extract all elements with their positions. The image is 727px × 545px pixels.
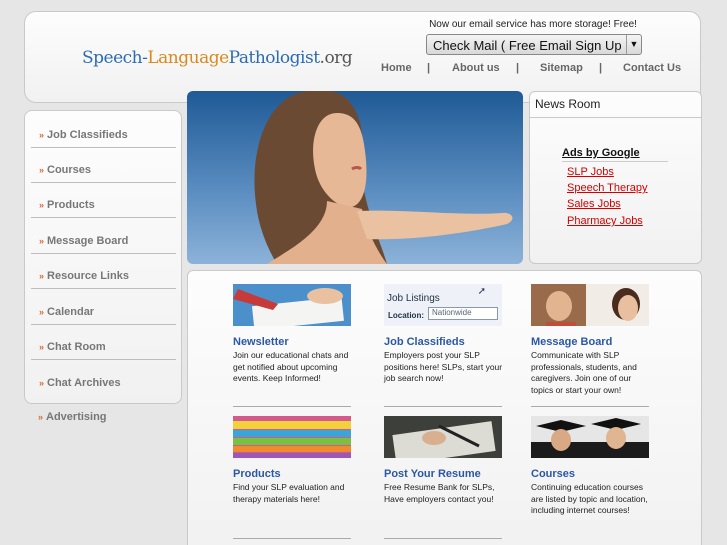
sidebar-item-advertising[interactable]: » Advertising xyxy=(38,411,107,423)
sidebar-item-calendar[interactable]: » Calendar xyxy=(39,306,94,318)
divider xyxy=(31,359,176,360)
divider xyxy=(31,217,176,218)
feature-title[interactable]: Post Your Resume xyxy=(384,468,481,480)
sidebar-item-message-board[interactable]: » Message Board xyxy=(39,235,128,247)
feature-title[interactable]: Job Classifieds xyxy=(384,336,465,348)
newsletter-image[interactable] xyxy=(233,284,351,326)
bullet-icon: » xyxy=(39,271,45,281)
image-caption: Job Listings xyxy=(387,293,440,304)
divider xyxy=(31,182,176,183)
nav-separator: | xyxy=(516,62,520,74)
news-room-panel: News Room Ads by Google SLP Jobs Speech … xyxy=(529,91,702,264)
header: Speech-LanguagePathologist.org Now our e… xyxy=(24,11,701,103)
bullet-icon: » xyxy=(39,378,45,388)
ad-link-pharmacy-jobs[interactable]: Pharmacy Jobs xyxy=(567,215,643,227)
two-women-illustration xyxy=(531,284,649,326)
site-logo[interactable]: Speech-LanguagePathologist.org xyxy=(82,48,353,68)
image-caption: Location: xyxy=(388,311,424,320)
ad-link-sales-jobs[interactable]: Sales Jobs xyxy=(567,198,621,210)
divider xyxy=(384,406,502,407)
feature-description: Free Resume Bank for SLPs, Have employer… xyxy=(384,482,495,504)
logo-part: Pathologist xyxy=(228,48,320,68)
ad-link-slp-jobs[interactable]: SLP Jobs xyxy=(567,166,614,178)
colored-folders-illustration xyxy=(233,416,351,458)
dropdown-arrow-icon[interactable]: ▼ xyxy=(626,35,641,54)
sidebar-item-job-classifieds[interactable]: » Job Classifieds xyxy=(39,129,128,141)
nav-sitemap[interactable]: Sitemap xyxy=(540,62,583,74)
job-listings-image[interactable]: Job Listings Location: Nationwide ➚ xyxy=(384,284,502,326)
feature-title[interactable]: Message Board xyxy=(531,336,612,348)
sidebar-item-label: Courses xyxy=(47,164,92,176)
sidebar-item-label: Calendar xyxy=(47,306,95,318)
logo-part: Language xyxy=(147,48,229,68)
graduates-illustration xyxy=(531,416,649,458)
sidebar-item-products[interactable]: » Products xyxy=(39,199,95,211)
feature-description: Find your SLP evaluation and therapy mat… xyxy=(233,482,345,504)
feature-description: Join our educational chats and get notif… xyxy=(233,350,349,383)
feature-description: Employers post your SLP positions here! … xyxy=(384,350,503,383)
ads-by-google-link[interactable]: Ads by Google xyxy=(562,147,640,159)
sidebar-item-label: Resource Links xyxy=(47,270,129,282)
divider xyxy=(562,161,668,162)
feature-title[interactable]: Products xyxy=(233,468,281,480)
sidebar-item-label: Chat Archives xyxy=(47,377,121,389)
sidebar-item-chat-archives[interactable]: » Chat Archives xyxy=(39,377,121,389)
divider xyxy=(31,324,176,325)
logo-part: .org xyxy=(319,48,353,68)
feature-description: Communicate with SLP professionals, stud… xyxy=(531,350,637,395)
divider xyxy=(31,147,176,148)
nav-separator: | xyxy=(427,62,431,74)
news-room-title: News Room xyxy=(535,97,601,111)
sidebar-item-courses[interactable]: » Courses xyxy=(39,164,91,176)
sidebar-item-label: Job Classifieds xyxy=(47,129,128,141)
resume-image[interactable] xyxy=(384,416,502,458)
feature-description: Continuing education courses are listed … xyxy=(531,482,648,515)
bullet-icon: » xyxy=(39,200,45,210)
divider xyxy=(531,406,649,407)
logo-part: Speech- xyxy=(82,48,148,68)
nav-contact-us[interactable]: Contact Us xyxy=(623,62,681,74)
email-select[interactable]: Check Mail ( Free Email Sign Up ▼ xyxy=(426,34,642,55)
divider xyxy=(233,538,351,539)
divider xyxy=(31,288,176,289)
paperwork-illustration xyxy=(384,416,502,458)
nav-about-us[interactable]: About us xyxy=(452,62,500,74)
sidebar-item-resource-links[interactable]: » Resource Links xyxy=(39,270,129,282)
bullet-icon: » xyxy=(39,307,45,317)
bullet-icon: » xyxy=(39,130,45,140)
bullet-icon: » xyxy=(38,412,44,422)
sidebar-item-label: Advertising xyxy=(46,411,107,423)
hero-image xyxy=(187,91,523,264)
divider xyxy=(384,538,502,539)
sidebar-item-label: Products xyxy=(47,199,95,211)
divider xyxy=(233,406,351,407)
products-image[interactable] xyxy=(233,416,351,458)
email-select-value: Check Mail ( Free Email Sign Up xyxy=(433,38,622,53)
sidebar-item-label: Message Board xyxy=(47,235,129,247)
nav-separator: | xyxy=(599,62,603,74)
bullet-icon: » xyxy=(39,165,45,175)
woman-blowing-kiss-illustration xyxy=(254,91,513,264)
message-board-image[interactable] xyxy=(531,284,649,326)
courses-image[interactable] xyxy=(531,416,649,458)
ad-link-speech-therapy[interactable]: Speech Therapy xyxy=(567,182,648,194)
features-panel: Newsletter Join our educational chats an… xyxy=(187,270,702,545)
image-caption: Nationwide xyxy=(428,307,498,320)
nav-home[interactable]: Home xyxy=(381,62,412,74)
divider xyxy=(31,253,176,254)
promo-text: Now our email service has more storage! … xyxy=(429,19,637,30)
feature-title[interactable]: Courses xyxy=(531,468,575,480)
sidebar-item-chat-room[interactable]: » Chat Room xyxy=(39,341,106,353)
sidebar: » Job Classifieds » Courses » Products » Mes… xyxy=(24,110,182,404)
divider xyxy=(530,117,701,118)
sidebar-item-label: Chat Room xyxy=(47,341,106,353)
bullet-icon: » xyxy=(39,236,45,246)
feature-title[interactable]: Newsletter xyxy=(233,336,289,348)
writing-hand-illustration xyxy=(233,284,351,326)
cursor-icon: ➚ xyxy=(477,286,486,297)
bullet-icon: » xyxy=(39,342,45,352)
